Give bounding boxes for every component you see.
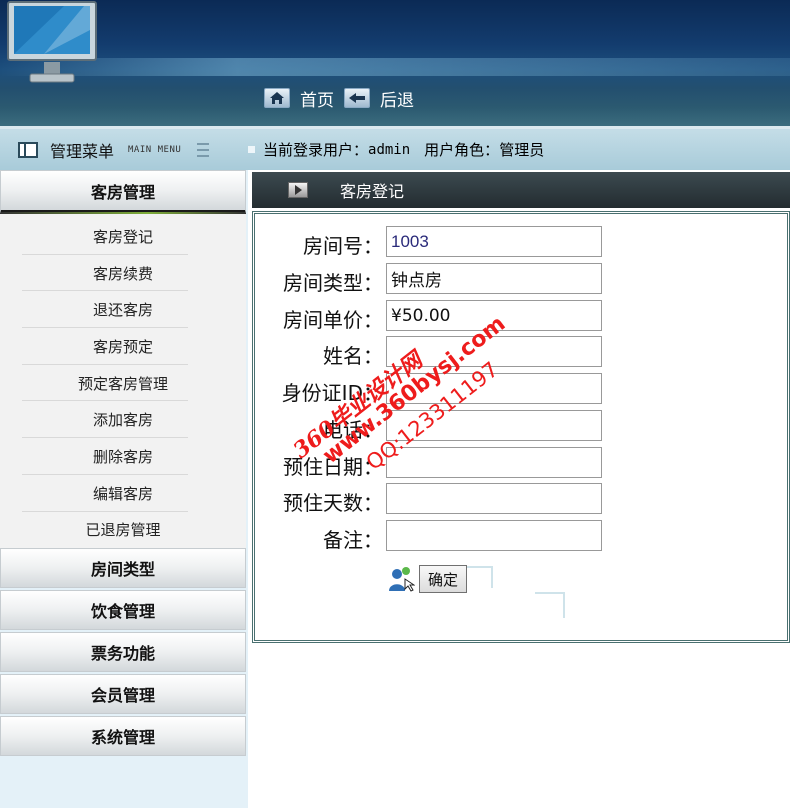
home-label: 首页: [300, 90, 334, 111]
submit-row: 确定: [387, 561, 468, 597]
sidebar-section-room-type[interactable]: 房间类型: [0, 548, 246, 589]
back-arrow-icon: [344, 88, 370, 108]
form-row-id-card: 身份证ID：: [255, 373, 790, 405]
banner-streak: [0, 58, 790, 76]
phone-label: 电话：: [323, 418, 383, 442]
menu-lines-icon[interactable]: [197, 142, 210, 157]
top-nav: 首页 后退: [264, 86, 424, 111]
sidebar-section-system[interactable]: 系统管理: [0, 716, 246, 757]
top-banner: 首页 后退: [0, 0, 790, 126]
current-user: admin: [368, 141, 411, 158]
form-row-reserve-days: 预住天数：: [255, 483, 790, 515]
menu-title: 管理菜单: [50, 141, 115, 161]
form-row-room-type: 房间类型： 钟点房: [255, 263, 790, 295]
sidebar-item-room-reserve[interactable]: 客房预定: [0, 328, 246, 365]
sidebar-submenu: 客房登记 客房续费 退还客房 客房预定 预定客房管理 添加客房 删除客房 编辑客…: [0, 214, 246, 549]
sidebar: 客房管理 客房登记 客房续费 退还客房 客房预定 预定客房管理 添加客房 删除客…: [0, 170, 248, 808]
panel-title: 客房登记: [340, 182, 405, 201]
menu-grid-icon: [18, 141, 38, 158]
room-no-label: 房间号：: [303, 234, 383, 258]
form-row-remark: 备注：: [255, 520, 790, 552]
role: 管理员: [499, 141, 545, 159]
reserve-date-label: 预住日期：: [283, 455, 383, 479]
submit-button[interactable]: 确定: [419, 565, 468, 593]
remark-label: 备注：: [323, 528, 383, 552]
name-input[interactable]: [386, 336, 602, 367]
checkin-form: 房间号： 1003 房间类型： 钟点房 房间单价： ¥50.00 姓名： 身份证…: [252, 211, 790, 643]
room-type-label: 房间类型：: [283, 271, 383, 295]
reserve-date-input[interactable]: [386, 447, 602, 478]
menu-head: 管理菜单 MAIN MENU: [0, 129, 248, 170]
sidebar-section-ticketing[interactable]: 票务功能: [0, 632, 246, 673]
form-row-room-price: 房间单价： ¥50.00: [255, 300, 790, 332]
remark-input[interactable]: [386, 520, 602, 551]
sidebar-item-add-room[interactable]: 添加客房: [0, 401, 246, 438]
sidebar-item-checked-out-management[interactable]: 已退房管理: [0, 512, 246, 549]
user-info: 当前登录用户： admin 用户角色： 管理员: [248, 129, 544, 170]
phone-input[interactable]: [386, 410, 602, 441]
room-type-input[interactable]: 钟点房: [386, 263, 602, 294]
monitor-logo-icon: [7, 1, 97, 83]
id-card-label: 身份证ID：: [281, 381, 383, 405]
menu-bar: 管理菜单 MAIN MENU 当前登录用户： admin 用户角色： 管理员: [0, 126, 790, 170]
form-row-room-no: 房间号： 1003: [255, 226, 790, 258]
sidebar-item-room-checkin[interactable]: 客房登记: [0, 218, 246, 255]
panel-header: 客房登记: [252, 172, 790, 208]
play-icon: [288, 182, 308, 198]
sidebar-section-catering[interactable]: 饮食管理: [0, 590, 246, 631]
menu-subtitle: MAIN MENU: [128, 144, 182, 155]
sidebar-section-membership[interactable]: 会员管理: [0, 674, 246, 715]
reserve-days-label: 预住天数：: [283, 491, 383, 515]
room-price-label: 房间单价：: [283, 308, 383, 332]
reserve-days-input[interactable]: [386, 483, 602, 514]
form-row-reserve-date: 预住日期：: [255, 447, 790, 479]
home-link[interactable]: 首页: [264, 86, 334, 111]
role-label: 用户角色：: [424, 141, 500, 159]
back-label: 后退: [380, 90, 414, 111]
name-label: 姓名：: [323, 344, 383, 368]
bullet-icon: [248, 146, 255, 153]
decor-bracket: [535, 592, 565, 618]
current-user-label: 当前登录用户：: [263, 141, 369, 159]
back-link[interactable]: 后退: [344, 86, 414, 111]
sidebar-item-edit-room[interactable]: 编辑客房: [0, 475, 246, 512]
sidebar-section-room-management[interactable]: 客房管理: [0, 170, 246, 214]
home-icon: [264, 88, 290, 108]
sidebar-item-room-renew[interactable]: 客房续费: [0, 255, 246, 292]
form-row-name: 姓名：: [255, 336, 790, 368]
sidebar-item-delete-room[interactable]: 删除客房: [0, 438, 246, 475]
form-row-phone: 电话：: [255, 410, 790, 442]
sidebar-item-room-return[interactable]: 退还客房: [0, 291, 246, 328]
room-price-input[interactable]: ¥50.00: [386, 300, 602, 331]
id-card-input[interactable]: [386, 373, 602, 404]
sidebar-item-reservation-management[interactable]: 预定客房管理: [0, 365, 246, 402]
room-no-input[interactable]: 1003: [386, 226, 602, 257]
user-icon: [389, 567, 415, 592]
